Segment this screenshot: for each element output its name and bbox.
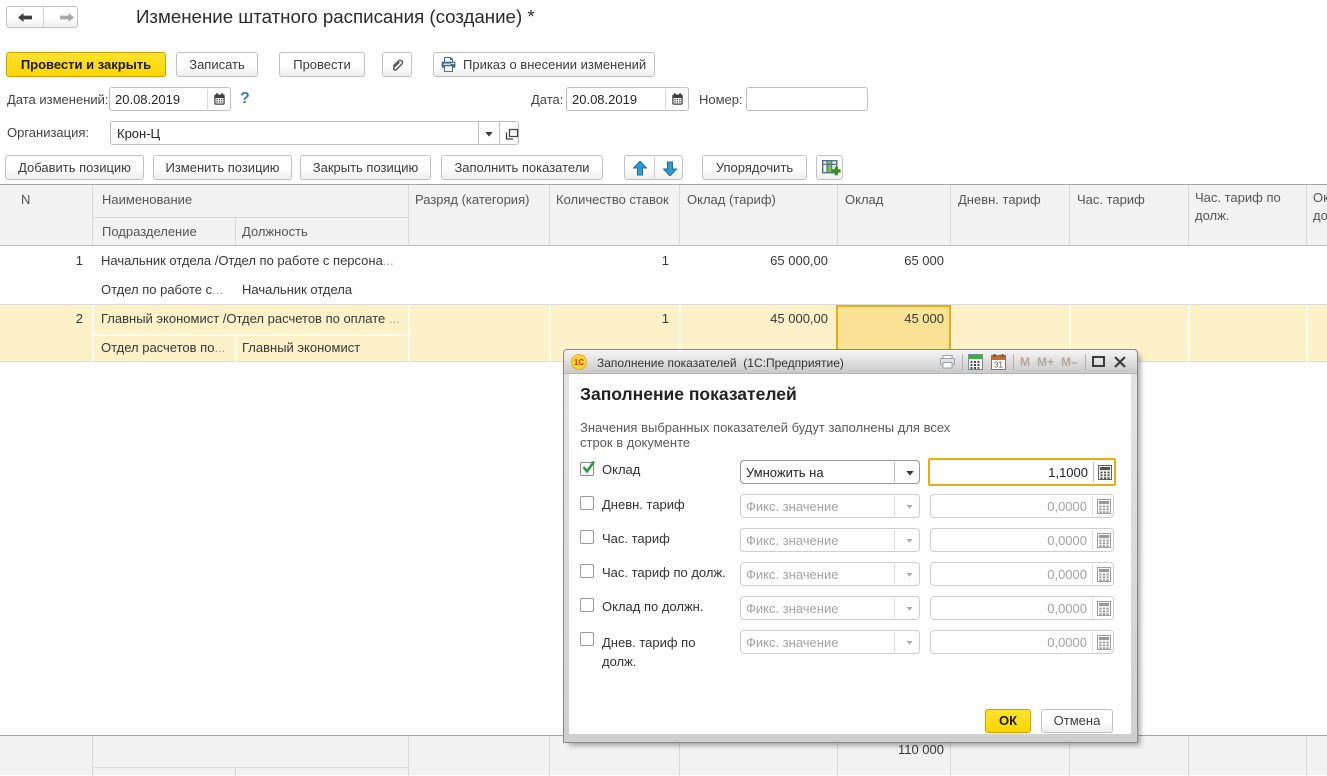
svg-text:1С: 1С [574,358,584,367]
svg-text:31: 31 [994,361,1003,370]
